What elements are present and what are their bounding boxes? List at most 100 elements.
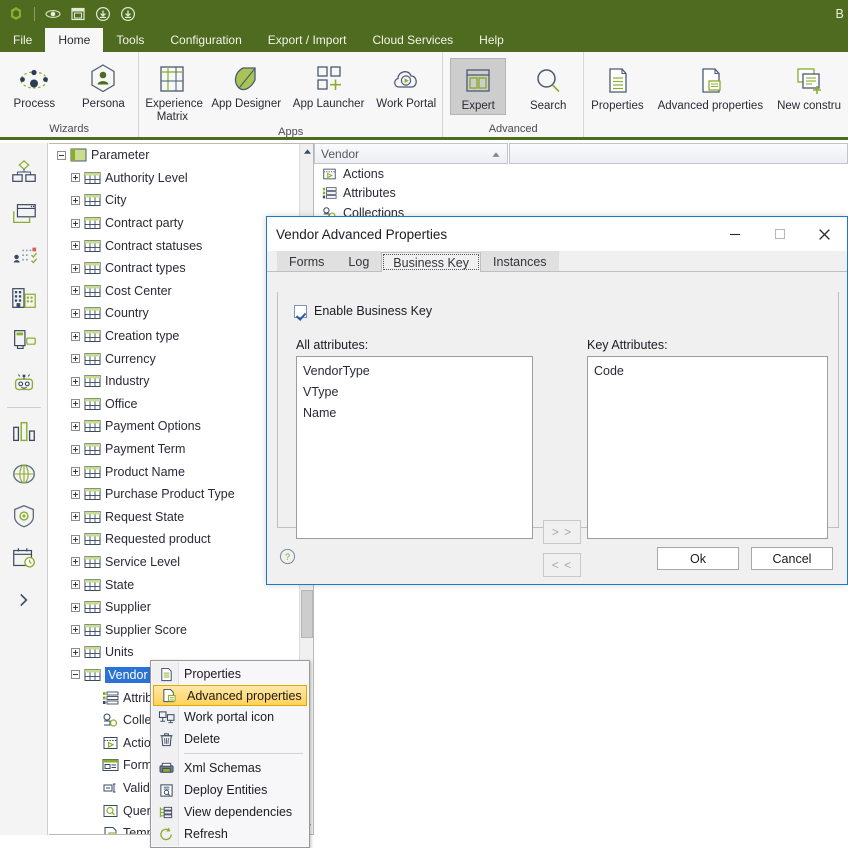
rules-icon[interactable]	[4, 235, 44, 277]
expand-expander-icon[interactable]	[71, 354, 80, 363]
globe-icon[interactable]	[4, 453, 44, 495]
tree-node-contract-types[interactable]: Contract types	[49, 257, 299, 280]
context-menu-item-work-portal-icon[interactable]: Work portal icon	[151, 706, 309, 728]
security-shield-icon[interactable]	[4, 495, 44, 537]
expand-expander-icon[interactable]	[71, 625, 80, 634]
expand-expander-icon[interactable]	[71, 557, 80, 566]
expand-expander-icon[interactable]	[71, 196, 80, 205]
ribbon-button-properties[interactable]: Properties	[584, 58, 650, 115]
expand-expander-icon[interactable]	[71, 445, 80, 454]
expand-expander-icon[interactable]	[71, 173, 80, 182]
ribbon-button-work-portal[interactable]: Work Portal	[370, 56, 442, 113]
tree-node-requested-product[interactable]: Requested product	[49, 528, 299, 551]
ribbon-button-app-designer[interactable]: App Designer	[205, 56, 286, 113]
tree-node-purchase-product-type[interactable]: Purchase Product Type	[49, 483, 299, 506]
ribbon-button-expert[interactable]: Expert	[450, 58, 506, 115]
context-menu-item-delete[interactable]: Delete	[151, 728, 309, 750]
context-menu-item-deploy-entities[interactable]: Deploy Entities	[151, 779, 309, 801]
expand-expander-icon[interactable]	[71, 332, 80, 341]
all-attributes-item[interactable]: VType	[297, 381, 532, 402]
enable-business-key-row[interactable]: Enable Business Key	[278, 292, 838, 318]
tree-node-parameter[interactable]: Parameter	[49, 144, 299, 167]
expand-expander-icon[interactable]	[71, 241, 80, 250]
tree-node-cost-center[interactable]: Cost Center	[49, 280, 299, 303]
tree-node-creation-type[interactable]: Creation type	[49, 325, 299, 348]
expand-expander-icon[interactable]	[71, 286, 80, 295]
menu-home[interactable]: Home	[45, 28, 103, 52]
expand-expander-icon[interactable]	[71, 264, 80, 273]
tree-node-authority-level[interactable]: Authority Level	[49, 167, 299, 190]
context-menu-item-xml-schemas[interactable]: Xml Schemas	[151, 757, 309, 779]
ribbon-button-process[interactable]: Process	[6, 56, 62, 113]
expand-expander-icon[interactable]	[71, 512, 80, 521]
tree-node-currency[interactable]: Currency	[49, 347, 299, 370]
expand-expander-icon[interactable]	[71, 603, 80, 612]
context-menu-item-refresh[interactable]: Refresh	[151, 823, 309, 845]
tree-node-payment-options[interactable]: Payment Options	[49, 415, 299, 438]
menu-cloud-services[interactable]: Cloud Services	[359, 28, 466, 52]
tree-node-office[interactable]: Office	[49, 393, 299, 416]
ribbon-button-search[interactable]: Search	[520, 58, 576, 115]
expand-expander-icon[interactable]	[71, 648, 80, 657]
analytics-icon[interactable]	[4, 411, 44, 453]
app-logo-icon[interactable]	[8, 6, 24, 22]
tree-node-contract-party[interactable]: Contract party	[49, 212, 299, 235]
expand-expander-icon[interactable]	[71, 422, 80, 431]
menu-help[interactable]: Help	[466, 28, 517, 52]
key-attributes-listbox[interactable]: Code	[587, 356, 828, 539]
sort-ascending-icon[interactable]	[491, 147, 501, 161]
context-menu-item-advanced-properties[interactable]: Advanced properties	[153, 685, 307, 706]
bot-icon[interactable]	[4, 361, 44, 403]
ribbon-button-experience-matrix[interactable]: Experience Matrix	[139, 56, 205, 126]
tree-node-payment-term[interactable]: Payment Term	[49, 438, 299, 461]
tree-scrollbar-thumb[interactable]	[301, 590, 313, 638]
tab-instances[interactable]: Instances	[481, 251, 559, 271]
expand-expander-icon[interactable]	[71, 467, 80, 476]
tree-node-industry[interactable]: Industry	[49, 370, 299, 393]
ribbon-button-persona[interactable]: Persona	[75, 56, 132, 113]
expand-expander-icon[interactable]	[71, 490, 80, 499]
navigate-icon[interactable]	[45, 6, 61, 22]
menu-tools[interactable]: Tools	[103, 28, 157, 52]
detail-row-attributes[interactable]: Attributes	[314, 184, 848, 204]
ribbon-button-advanced-properties[interactable]: Advanced properties	[651, 58, 770, 115]
window-icon[interactable]	[70, 6, 86, 22]
context-menu-item-view-dependencies[interactable]: View dependencies	[151, 801, 309, 823]
forms-window-icon[interactable]	[4, 193, 44, 235]
tree-node-city[interactable]: City	[49, 189, 299, 212]
collapse-expander-icon[interactable]	[57, 151, 66, 160]
expand-expander-icon[interactable]	[71, 219, 80, 228]
expand-expander-icon[interactable]	[71, 309, 80, 318]
scroll-up-icon[interactable]	[300, 144, 314, 159]
expand-expander-icon[interactable]	[71, 377, 80, 386]
maximize-button[interactable]	[757, 217, 802, 251]
close-button[interactable]	[802, 217, 847, 251]
tree-node-supplier-score[interactable]: Supplier Score	[49, 618, 299, 641]
enable-business-key-checkbox[interactable]	[294, 305, 307, 318]
detail-row-actions[interactable]: Actions	[314, 164, 848, 184]
all-attributes-item[interactable]: VendorType	[297, 360, 532, 381]
tree-node-country[interactable]: Country	[49, 302, 299, 325]
tree-node-service-level[interactable]: Service Level	[49, 551, 299, 574]
download-icon[interactable]	[95, 6, 111, 22]
tree-node-product-name[interactable]: Product Name	[49, 460, 299, 483]
tree-node-contract-statuses[interactable]: Contract statuses	[49, 234, 299, 257]
context-menu-item-properties[interactable]: Properties	[151, 663, 309, 685]
tree-node-supplier[interactable]: Supplier	[49, 596, 299, 619]
help-icon[interactable]: ?	[279, 548, 296, 568]
dialog-title-bar[interactable]: Vendor Advanced Properties	[267, 217, 847, 251]
tab-log[interactable]: Log	[336, 251, 381, 271]
ok-button[interactable]: Ok	[657, 547, 739, 570]
key-attributes-item[interactable]: Code	[588, 360, 827, 381]
tab-forms[interactable]: Forms	[277, 251, 336, 271]
all-attributes-item[interactable]: Name	[297, 402, 532, 423]
menu-file[interactable]: File	[0, 28, 45, 52]
menu-export-import[interactable]: Export / Import	[255, 28, 360, 52]
scheduler-icon[interactable]	[4, 537, 44, 579]
tree-node-state[interactable]: State	[49, 573, 299, 596]
devices-icon[interactable]	[4, 319, 44, 361]
expand-expander-icon[interactable]	[71, 580, 80, 589]
ribbon-button-new-construct[interactable]: New constru	[770, 58, 848, 115]
detail-header-vendor[interactable]: Vendor	[314, 143, 508, 164]
download-alt-icon[interactable]	[120, 6, 136, 22]
